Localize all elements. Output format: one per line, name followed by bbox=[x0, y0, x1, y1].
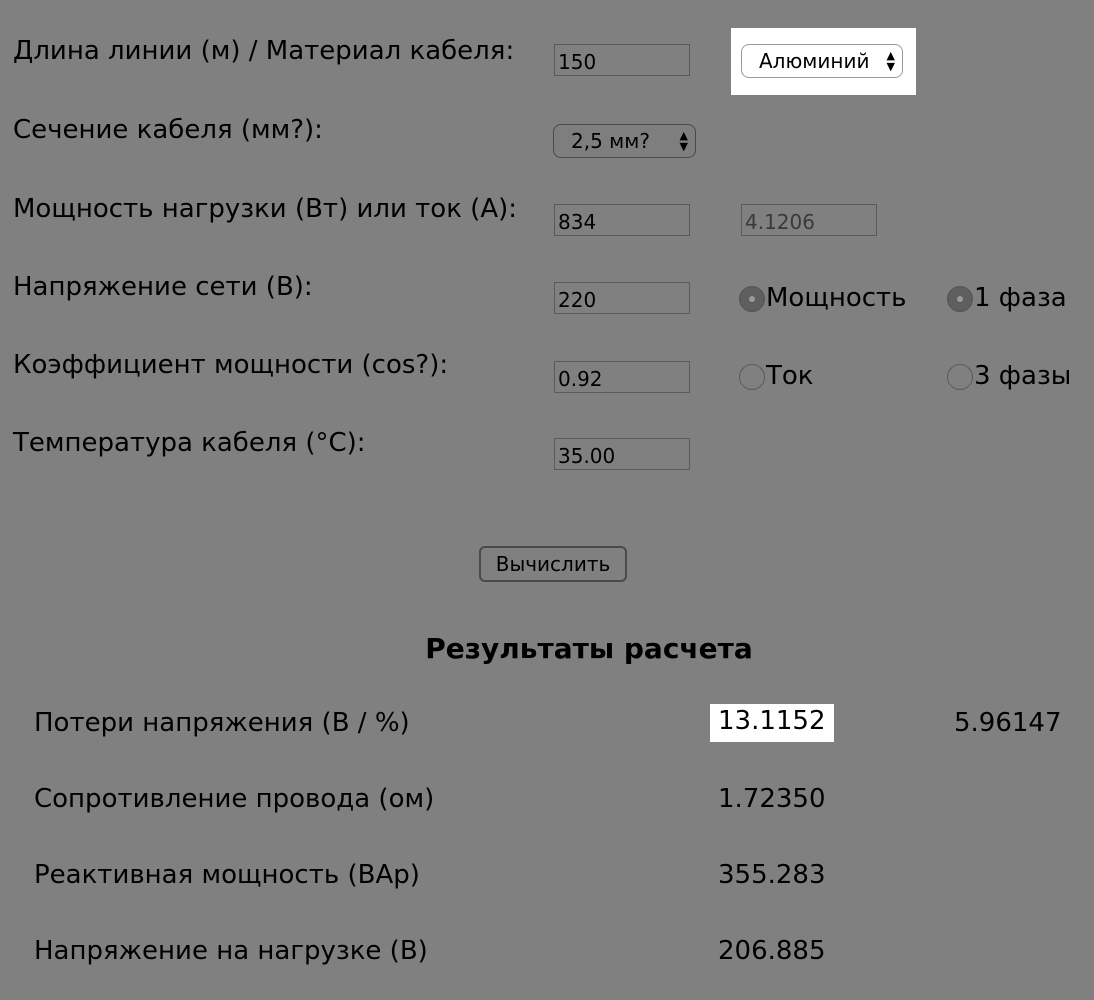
load-voltage-label: Напряжение на нагрузке (В) bbox=[34, 936, 428, 966]
section-label: Сечение кабеля (мм?): bbox=[13, 115, 323, 145]
radio-power-indicator[interactable] bbox=[739, 286, 765, 312]
length-input[interactable] bbox=[554, 44, 690, 76]
power-current-label: Мощность нагрузки (Вт) или ток (А): bbox=[13, 194, 518, 224]
resistance-value: 1.72350 bbox=[718, 784, 826, 814]
cable-calculator-page: Длина линии (м) / Материал кабеля: Алюми… bbox=[0, 0, 1094, 1000]
section-select[interactable]: 2,5 мм? ▲ ▼ bbox=[553, 124, 696, 158]
radio-current[interactable]: Ток bbox=[739, 360, 829, 394]
select-arrows-icon: ▲ ▼ bbox=[679, 129, 688, 153]
reactive-power-label: Реактивная мощность (ВАр) bbox=[34, 860, 420, 890]
radio-one-phase-label: 1 фаза bbox=[974, 283, 1067, 313]
calculate-button[interactable]: Вычислить bbox=[479, 546, 627, 582]
results-title: Результаты расчета bbox=[425, 632, 753, 665]
radio-power[interactable]: Мощность bbox=[739, 282, 909, 316]
length-material-label: Длина линии (м) / Материал кабеля: bbox=[13, 36, 515, 66]
radio-current-indicator[interactable] bbox=[739, 364, 765, 390]
material-select[interactable]: Алюминий ▲ ▼ bbox=[741, 44, 903, 78]
select-arrows-icon: ▲ ▼ bbox=[886, 49, 895, 73]
material-selected-value: Алюминий bbox=[759, 49, 870, 73]
voltage-loss-percent: 5.96147 bbox=[954, 708, 1062, 738]
temperature-input[interactable] bbox=[554, 438, 690, 470]
voltage-label: Напряжение сети (В): bbox=[13, 272, 313, 302]
radio-three-phase-indicator[interactable] bbox=[947, 364, 973, 390]
radio-three-phase[interactable]: 3 фазы bbox=[947, 360, 1077, 394]
power-factor-label: Коэффициент мощности (cos?): bbox=[13, 350, 449, 380]
load-voltage-value: 206.885 bbox=[718, 936, 826, 966]
voltage-loss-value: 13.1152 bbox=[710, 704, 834, 742]
section-selected-value: 2,5 мм? bbox=[571, 129, 650, 153]
power-factor-input[interactable] bbox=[554, 361, 690, 393]
radio-current-label: Ток bbox=[766, 361, 814, 391]
temperature-label: Температура кабеля (°C): bbox=[13, 428, 366, 458]
voltage-input[interactable] bbox=[554, 282, 690, 314]
power-input[interactable] bbox=[554, 204, 690, 236]
reactive-power-value: 355.283 bbox=[718, 860, 826, 890]
radio-one-phase-indicator[interactable] bbox=[947, 286, 973, 312]
radio-power-label: Мощность bbox=[766, 283, 907, 313]
radio-one-phase[interactable]: 1 фаза bbox=[947, 282, 1077, 316]
current-output bbox=[741, 204, 877, 236]
resistance-label: Сопротивление провода (ом) bbox=[34, 784, 435, 814]
radio-three-phase-label: 3 фазы bbox=[974, 361, 1072, 391]
voltage-loss-label: Потери напряжения (В / %) bbox=[34, 708, 410, 738]
